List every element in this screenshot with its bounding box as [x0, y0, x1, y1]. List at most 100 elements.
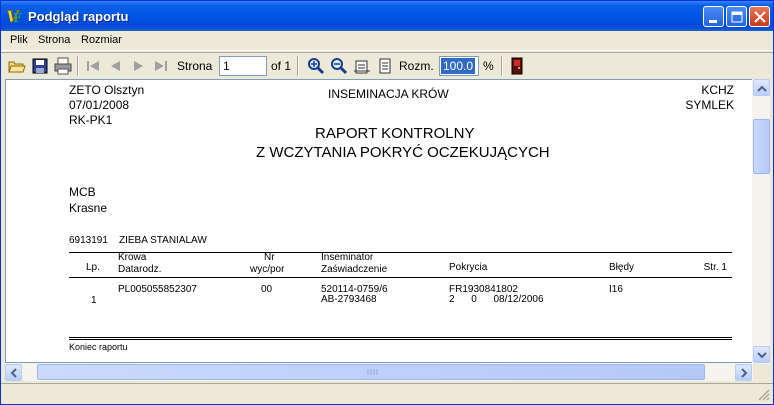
next-page-button[interactable] [129, 56, 149, 76]
save-icon [32, 58, 48, 74]
col-bledy: Błędy [609, 262, 635, 273]
scroll-down-button[interactable] [753, 346, 770, 363]
owner-name: ZIEBA STANIALAW [119, 235, 207, 246]
col-zaswiadczenie: Zaświadczenie [321, 264, 388, 275]
menu-rozmiar[interactable]: Rozmiar [81, 34, 122, 46]
row-lp: 1 [91, 295, 97, 306]
previous-page-icon [111, 61, 120, 71]
last-page-icon [155, 61, 167, 71]
scroll-left-button[interactable] [5, 364, 22, 381]
col-inseminator: Inseminator [321, 252, 374, 263]
minimize-icon [709, 20, 717, 23]
zoom-value: 100.0 [441, 58, 476, 74]
report-date: 07/01/2008 [69, 98, 130, 112]
toolbar-separator [501, 56, 503, 76]
row-pokrycia-detail: 2 0 08/12/2006 [449, 294, 544, 305]
row-zaswiadczenie: AB-2793468 [321, 294, 377, 305]
report-page: ZETO Olsztyn 07/01/2008 RK-PK1 INSEMINAC… [6, 80, 752, 362]
folder-open-icon [8, 61, 26, 73]
whole-page-icon [379, 58, 391, 74]
toolbar-separator [77, 56, 79, 76]
first-page-button[interactable] [83, 56, 103, 76]
menu-strona[interactable]: Strona [38, 34, 70, 46]
table-header-rule [69, 277, 732, 278]
table-bottom-rule-double [69, 339, 732, 340]
vertical-scroll-thumb[interactable] [753, 119, 770, 174]
report-module: INSEMINACJA KRÓW [328, 87, 449, 101]
first-page-icon [87, 61, 99, 71]
exit-button[interactable] [507, 56, 527, 76]
report-title-line2: Z WCZYTANIA POKRYĆ OCZEKUJĄCYCH [256, 144, 550, 161]
report-place1: MCB [69, 185, 96, 199]
page-width-icon [354, 60, 370, 74]
page-number-input[interactable] [219, 56, 267, 76]
zoom-in-button[interactable] [306, 56, 326, 76]
minimize-button[interactable] [703, 6, 724, 27]
last-page-button[interactable] [151, 56, 171, 76]
zoom-in-icon [308, 58, 325, 75]
close-icon [754, 11, 766, 23]
row-bledy: I16 [609, 284, 623, 295]
page-width-button[interactable] [352, 56, 372, 76]
row-krowa: PL005055852307 [118, 284, 197, 295]
zoom-out-button[interactable] [329, 56, 349, 76]
zoom-unit: % [483, 59, 494, 73]
report-place2: Krasne [69, 201, 108, 215]
row-nr: 00 [261, 284, 273, 295]
report-footer: Koniec raportu [69, 342, 128, 352]
report-preview-window: V F Podgląd raportu Plik Strona Rozmiar [0, 0, 774, 405]
app-icon: V F [6, 7, 22, 25]
next-page-icon [134, 61, 143, 71]
menu-bar: Plik Strona Rozmiar [1, 31, 773, 51]
scroll-up-button[interactable] [753, 79, 770, 96]
chevron-left-icon [10, 368, 17, 378]
col-wyc-por: wyc/por [250, 264, 285, 275]
status-bar [1, 383, 773, 404]
zoom-input[interactable]: 100.0 [439, 56, 479, 76]
open-button[interactable] [7, 56, 27, 76]
resize-grip-icon[interactable] [757, 388, 771, 402]
col-pokrycia: Pokrycia [449, 262, 488, 273]
exit-door-icon [511, 57, 523, 75]
report-code: RK-PK1 [69, 113, 113, 127]
col-str: Str. 1 [703, 262, 727, 273]
horizontal-scroll-thumb[interactable] [37, 364, 705, 380]
col-nr: Nr [264, 252, 275, 263]
vertical-scrollbar[interactable] [752, 79, 770, 364]
horizontal-scrollbar[interactable] [5, 363, 753, 381]
maximize-button[interactable] [726, 6, 747, 27]
menu-plik[interactable]: Plik [10, 34, 28, 46]
page-count: of 1 [271, 59, 292, 73]
print-button[interactable] [53, 56, 73, 76]
table-top-rule [69, 252, 732, 253]
title-bar[interactable]: V F Podgląd raportu [1, 1, 773, 31]
chevron-down-icon [757, 352, 767, 359]
scroll-right-button[interactable] [735, 364, 752, 381]
save-button[interactable] [30, 56, 50, 76]
whole-page-button[interactable] [375, 56, 395, 76]
zoom-out-icon [331, 58, 348, 75]
toolbar-separator [297, 56, 299, 76]
printer-icon [54, 57, 72, 75]
owner-id: 6913191 [69, 235, 108, 246]
table-bottom-rule [69, 337, 732, 338]
toolbar: Strona of 1 Rozm. 100.0 % [1, 52, 773, 78]
col-krowa: Krowa [118, 252, 147, 263]
chevron-up-icon [757, 85, 767, 92]
size-label: Rozm. [399, 59, 434, 73]
col-lp: Lp. [86, 262, 100, 273]
close-button[interactable] [749, 6, 770, 27]
grip-icon [367, 369, 378, 375]
page-label: Strona [177, 59, 213, 73]
report-title-line1: RAPORT KONTROLNY [315, 125, 475, 142]
window-title: Podgląd raportu [28, 9, 129, 24]
previous-page-button[interactable] [105, 56, 125, 76]
report-right-code2: SYMLEK [685, 98, 734, 112]
report-viewport[interactable]: ZETO Olsztyn 07/01/2008 RK-PK1 INSEMINAC… [5, 79, 753, 363]
chevron-right-icon [741, 368, 748, 378]
report-right-code1: KCHZ [701, 83, 734, 97]
col-datarodz: Datarodz. [118, 264, 162, 275]
svg-text:F: F [13, 11, 22, 25]
report-company: ZETO Olsztyn [69, 83, 145, 97]
maximize-icon [731, 11, 743, 23]
